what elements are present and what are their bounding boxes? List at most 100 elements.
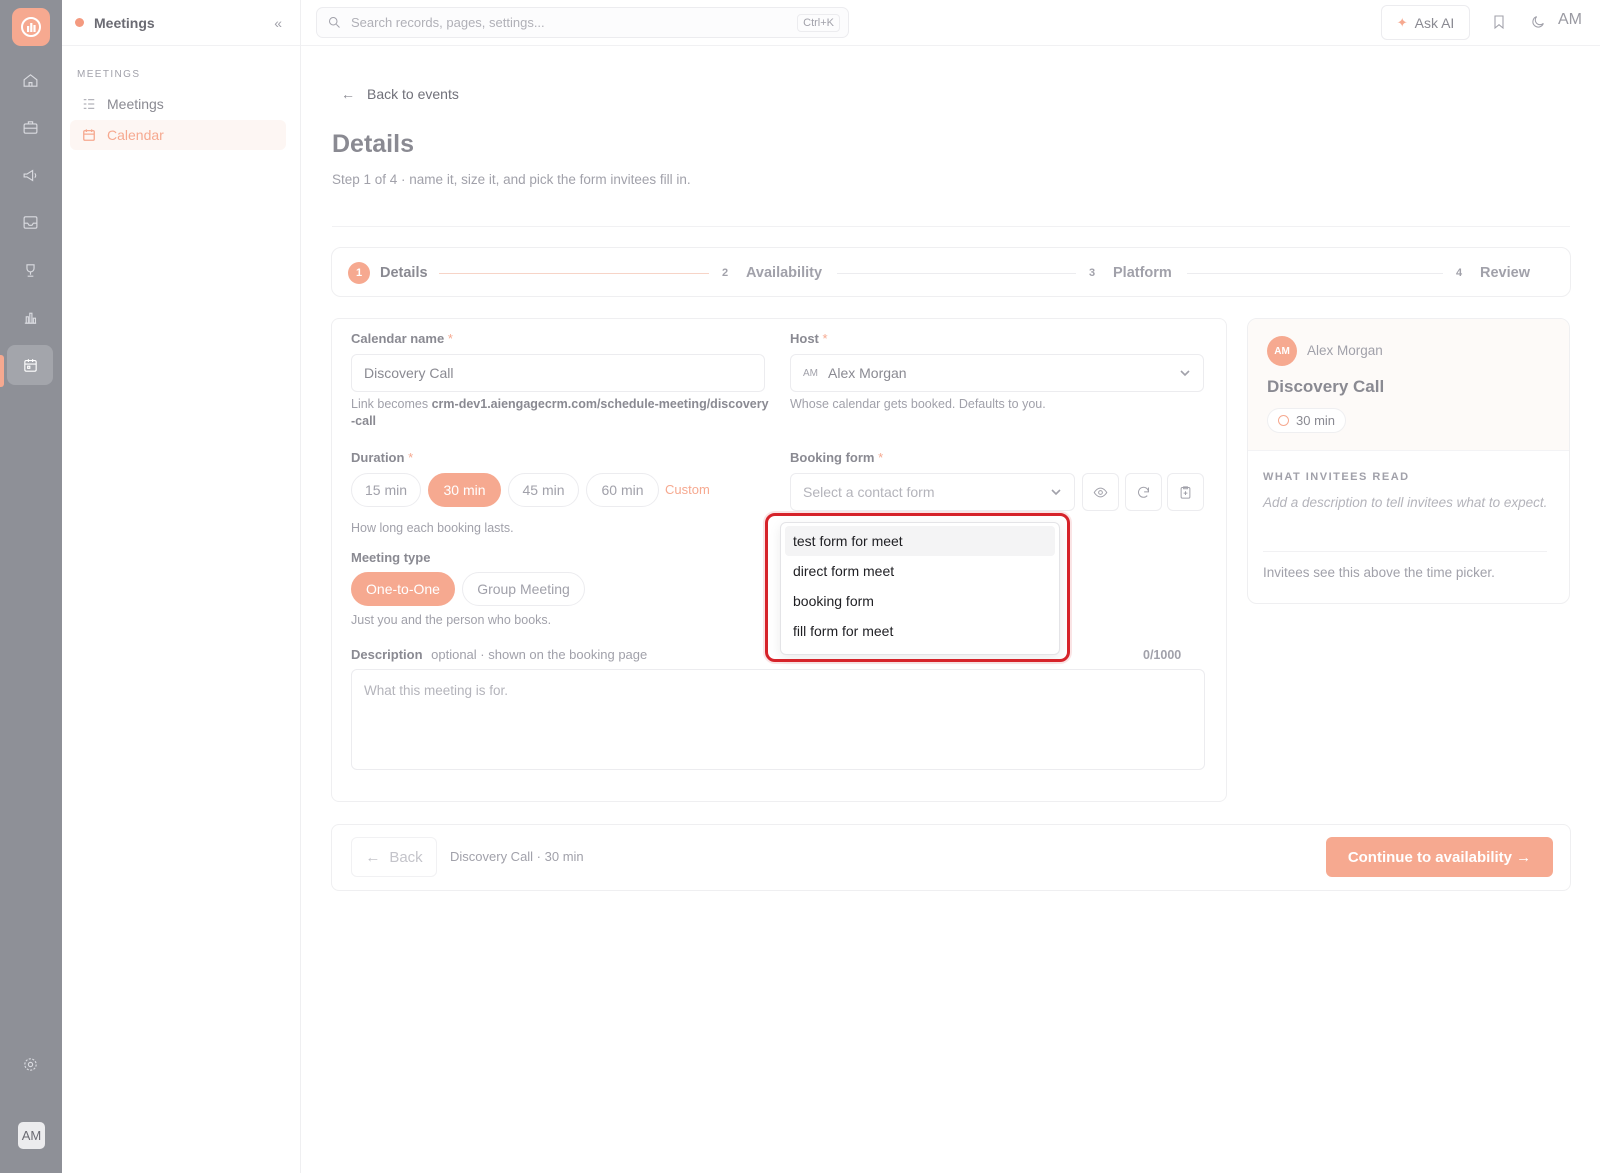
divider [1263, 551, 1547, 552]
footer-summary: Discovery Call · 30 min [450, 849, 584, 864]
host-select[interactable]: AM Alex Morgan [790, 354, 1204, 392]
booking-form-placeholder: Select a contact form [803, 484, 935, 500]
clock-icon [1278, 415, 1289, 426]
bookmark-button[interactable] [1489, 12, 1509, 32]
collapse-sidebar-icon[interactable]: « [274, 15, 282, 31]
description-counter: 0/1000 [1143, 648, 1182, 662]
host-value: Alex Morgan [828, 365, 907, 381]
required-mark: * [408, 450, 414, 465]
step-details[interactable]: 1 Details [348, 248, 428, 298]
module-dot-icon [75, 18, 84, 27]
rail-deals[interactable] [7, 107, 53, 147]
page-title: Details [332, 130, 414, 158]
page-subtitle: Step 1 of 4 · name it, size it, and pick… [332, 172, 691, 187]
booking-form-select[interactable]: Select a contact form [790, 473, 1075, 511]
continue-button[interactable]: Continue to availability → [1326, 837, 1553, 877]
sidebar-section-label: MEETINGS [77, 69, 141, 80]
back-button[interactable]: ← Back [351, 837, 437, 877]
wizard-footer: ← Back Discovery Call · 30 min Continue … [331, 824, 1571, 891]
rail-campaigns[interactable] [7, 155, 53, 195]
megaphone-icon [23, 169, 36, 181]
bookmark-icon [1494, 15, 1504, 30]
label-text: Duration [351, 450, 405, 465]
ask-ai-button[interactable]: ✦ Ask AI [1381, 5, 1470, 40]
label-text: Calendar name [351, 331, 445, 346]
calendar-icon [83, 129, 95, 141]
rail-calendar[interactable] [7, 345, 53, 385]
preview-description: Add a description to tell invitees what … [1263, 495, 1548, 510]
rail-inbox[interactable] [7, 202, 53, 242]
preview-form-button[interactable] [1082, 473, 1119, 511]
duration-hint: How long each booking lasts. [351, 521, 514, 535]
label-text: Description [351, 647, 423, 662]
back-to-events-link[interactable]: ← Back to events [341, 86, 459, 102]
step-label: Platform [1113, 265, 1172, 281]
hint-prefix: Link becomes [351, 397, 432, 411]
briefcase-icon [23, 120, 37, 134]
user-avatar[interactable]: AM [18, 1122, 45, 1149]
step-platform[interactable]: 3 Platform [1081, 248, 1172, 298]
duration-60[interactable]: 60 min [586, 473, 659, 507]
top-bar: Search records, pages, settings... Ctrl+… [301, 0, 1600, 46]
step-label: Details [380, 265, 428, 281]
invitee-preview-card: AM Alex Morgan Discovery Call 30 min WHA… [1247, 318, 1570, 604]
booking-form-label: Booking form * [790, 450, 883, 465]
preview-host: Alex Morgan [1307, 343, 1383, 358]
inbox-icon [23, 215, 37, 229]
description-note: optional · shown on the booking page [431, 647, 648, 662]
settings-icon [23, 1057, 37, 1071]
back-button-label: Back [389, 848, 423, 866]
preview-duration: 30 min [1296, 413, 1336, 428]
global-search[interactable]: Search records, pages, settings... Ctrl+… [316, 7, 849, 38]
theme-toggle[interactable] [1528, 12, 1548, 32]
calendar-name-input[interactable]: Discovery Call [351, 354, 765, 392]
preview-section-label: WHAT INVITEES READ [1263, 471, 1410, 483]
sidebar-item-label: Calendar [107, 127, 164, 143]
meeting-type-one-to-one[interactable]: One-to-One [351, 572, 455, 606]
meeting-type-hint: Just you and the person who books. [351, 613, 552, 627]
app-logo[interactable] [12, 8, 50, 46]
sidebar-item-meetings[interactable]: Meetings [70, 89, 286, 119]
step-label: Review [1480, 265, 1530, 281]
sidebar-header: Meetings [62, 0, 300, 46]
refresh-forms-button[interactable] [1125, 473, 1162, 511]
sparkle-icon: ✦ [1396, 14, 1408, 30]
step-number: 3 [1088, 267, 1096, 279]
step-connector [1187, 273, 1443, 274]
rail-reports[interactable] [7, 297, 53, 337]
step-label: Availability [746, 265, 823, 281]
calendar-link-hint: Link becomes crm-dev1.aiengagecrm.com/sc… [351, 396, 769, 430]
meeting-type-group[interactable]: Group Meeting [462, 572, 585, 606]
label-text: Booking form [790, 450, 875, 465]
required-mark: * [447, 331, 453, 346]
secondary-sidebar: Meetings « MEETINGS Meetings Calendar [62, 0, 301, 1173]
wizard-stepper: 1 Details 2 Availability 3 Platform 4 Re… [331, 247, 1571, 297]
step-connector [837, 273, 1076, 274]
step-number: 2 [721, 267, 729, 279]
rail-home[interactable] [7, 60, 53, 100]
home-icon [23, 73, 37, 87]
search-input[interactable]: Search records, pages, settings... [351, 15, 797, 30]
duration-15[interactable]: 15 min [351, 473, 421, 507]
sidebar-item-label: Meetings [107, 96, 164, 112]
duration-label: Duration * [351, 450, 413, 465]
moon-icon [1532, 16, 1544, 28]
duration-45[interactable]: 45 min [508, 473, 579, 507]
step-review[interactable]: 4 Review [1448, 248, 1530, 298]
trophy-icon [25, 263, 35, 277]
duration-30[interactable]: 30 min [428, 473, 501, 507]
sidebar-item-calendar[interactable]: Calendar [70, 120, 286, 150]
chevron-down-icon [1050, 485, 1062, 501]
chevron-down-icon [1179, 366, 1191, 382]
preview-footnote: Invitees see this above the time picker. [1263, 565, 1495, 580]
duration-custom-link[interactable]: Custom [665, 482, 710, 497]
topbar-avatar[interactable]: AM [1558, 11, 1582, 29]
description-textarea[interactable]: What this meeting is for. [351, 669, 1205, 770]
rail-settings[interactable] [7, 1044, 53, 1084]
new-form-button[interactable] [1167, 473, 1204, 511]
clipboard-plus-icon [1180, 485, 1191, 499]
rail-rewards[interactable] [7, 250, 53, 290]
preview-header: AM Alex Morgan Discovery Call 30 min [1248, 319, 1569, 451]
step-availability[interactable]: 2 Availability [714, 248, 822, 298]
search-icon [329, 17, 340, 28]
